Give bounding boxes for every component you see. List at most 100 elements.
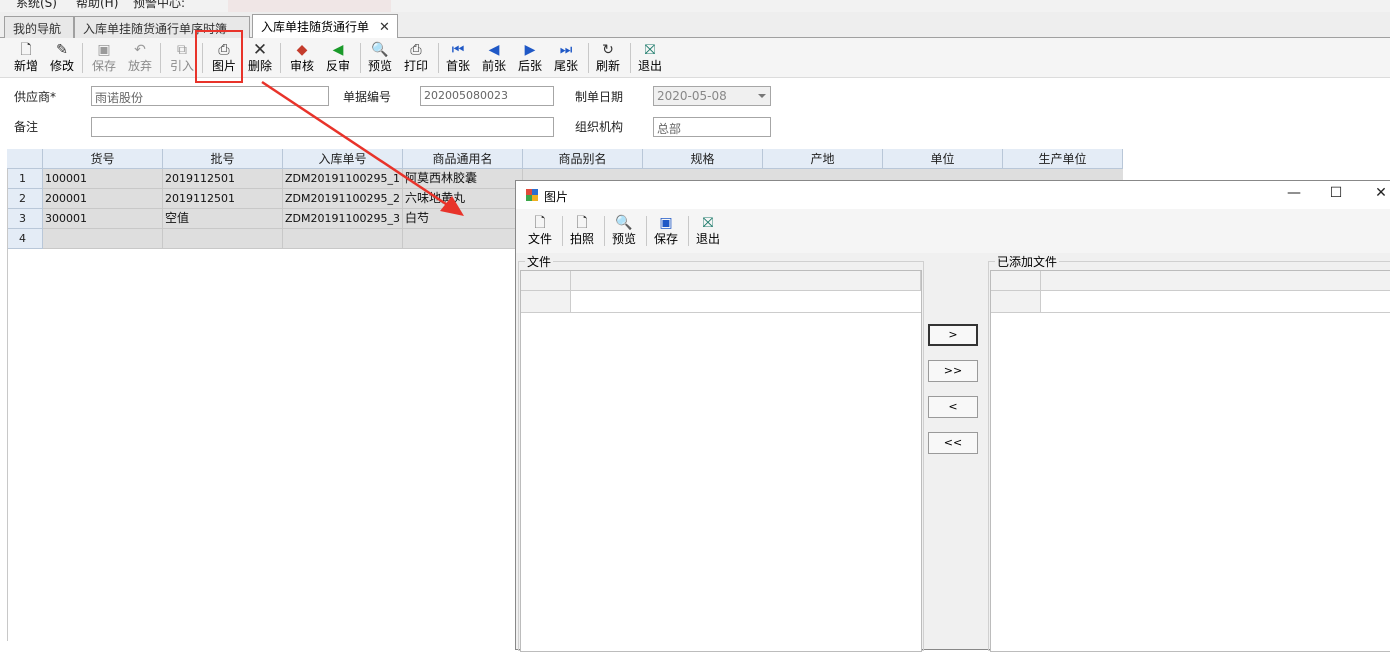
menu-help[interactable]: 帮助(H) <box>76 0 118 11</box>
alert-center-area <box>228 0 391 12</box>
tab-inbound-doc[interactable]: 入库单挂随货通行单 ✕ <box>252 14 398 39</box>
exit-button[interactable]: ⛝ 退出 <box>632 40 668 76</box>
column-header[interactable]: 产地 <box>763 149 883 169</box>
grid-cell[interactable]: ZDM20191100295_3 <box>283 209 403 229</box>
audit-stamp-icon: ◆ <box>296 42 308 58</box>
tab-my-navigation[interactable]: 我的导航 <box>4 16 74 38</box>
grid-cell[interactable] <box>571 291 921 313</box>
org-input[interactable]: 总部 <box>653 117 771 137</box>
grid-cell[interactable] <box>283 229 403 249</box>
row-number[interactable]: 4 <box>7 229 43 249</box>
prev-page-icon: ◀ <box>488 42 500 58</box>
row-header[interactable] <box>991 291 1041 313</box>
grid-cell[interactable]: 白芍 <box>403 209 523 229</box>
docno-input[interactable]: 202005080023 <box>420 86 554 106</box>
photo-button[interactable]: 🗋 拍照 <box>564 213 600 249</box>
print-button[interactable]: ⎙ 打印 <box>398 40 434 76</box>
column-header[interactable]: 商品别名 <box>523 149 643 169</box>
grid-corner[interactable] <box>7 149 43 169</box>
preview-label: 预览 <box>611 232 636 246</box>
unaudit-back-icon: ◀ <box>332 42 344 58</box>
grid-cell[interactable]: 2019112501 <box>163 189 283 209</box>
remove-all-button[interactable]: << <box>928 432 978 454</box>
delete-x-icon: ✕ <box>252 40 268 60</box>
minimize-icon[interactable]: — <box>1282 185 1306 201</box>
dialog-preview-button[interactable]: 🔍 预览 <box>606 213 642 249</box>
column-header[interactable]: 批号 <box>163 149 283 169</box>
remark-input[interactable] <box>91 117 554 137</box>
date-value: 2020-05-08 <box>657 89 727 103</box>
grid-cell[interactable]: 六味地黄丸 <box>403 189 523 209</box>
grid-cell[interactable] <box>163 229 283 249</box>
save-button[interactable]: ▣ 保存 <box>86 40 122 76</box>
new-button[interactable]: 🗋 新增 <box>8 40 44 76</box>
prev-button[interactable]: ◀ 前张 <box>476 40 512 76</box>
row-number[interactable]: 1 <box>7 169 43 189</box>
file-label: 文件 <box>527 232 552 246</box>
exit-door-icon: ⛝ <box>702 215 714 231</box>
add-one-button[interactable]: > <box>928 324 978 346</box>
column-header[interactable]: 入库单号 <box>283 149 403 169</box>
unaudit-button[interactable]: ◀ 反审 <box>320 40 356 76</box>
dialog-save-button[interactable]: ▣ 保存 <box>648 213 684 249</box>
toolbar-separator <box>588 43 589 73</box>
menu-system[interactable]: 系统(S) <box>16 0 57 11</box>
row-number[interactable]: 3 <box>7 209 43 229</box>
column-header[interactable]: 生产单位 <box>1003 149 1123 169</box>
grid-cell[interactable] <box>1041 291 1390 313</box>
discard-button[interactable]: ↶ 放弃 <box>122 40 158 76</box>
grid-cell[interactable]: 300001 <box>43 209 163 229</box>
edit-button[interactable]: ✎ 修改 <box>44 40 80 76</box>
toolbar-separator <box>646 216 647 246</box>
column-header[interactable] <box>1041 271 1390 291</box>
column-header[interactable]: 单位 <box>883 149 1003 169</box>
last-button[interactable]: ⏭ 尾张 <box>548 40 584 76</box>
refresh-icon: ↻ <box>602 42 614 58</box>
tab-label: 入库单挂随货通行单 <box>261 20 370 34</box>
grid-cell[interactable]: 200001 <box>43 189 163 209</box>
preview-button[interactable]: 🔍 预览 <box>362 40 398 76</box>
toolbar-separator <box>360 43 361 73</box>
grid-cell[interactable]: 2019112501 <box>163 169 283 189</box>
refresh-label: 刷新 <box>595 59 620 73</box>
chevron-down-icon[interactable] <box>758 94 766 98</box>
first-button[interactable]: ⏮ 首张 <box>440 40 476 76</box>
new-label: 新增 <box>13 59 38 73</box>
row-header[interactable] <box>521 291 571 313</box>
preview-label: 预览 <box>367 59 392 73</box>
grid-cell[interactable]: 空值 <box>163 209 283 229</box>
grid-cell[interactable]: ZDM20191100295_1 <box>283 169 403 189</box>
remove-one-button[interactable]: < <box>928 396 978 418</box>
menu-alert-center[interactable]: 预警中心: <box>133 0 185 11</box>
grid-cell[interactable]: 阿莫西林胶囊 <box>403 169 523 189</box>
file-button[interactable]: 🗋 文件 <box>522 213 558 249</box>
delete-button[interactable]: ✕ 删除 <box>242 40 278 76</box>
supplier-label: 供应商* <box>14 90 57 104</box>
audit-button[interactable]: ◆ 审核 <box>284 40 320 76</box>
close-icon[interactable]: ✕ <box>1369 185 1390 201</box>
dialog-exit-button[interactable]: ⛝ 退出 <box>690 213 726 249</box>
grid-cell[interactable] <box>403 229 523 249</box>
org-label: 组织机构 <box>575 120 624 134</box>
column-header[interactable]: 商品通用名 <box>403 149 523 169</box>
row-number[interactable]: 2 <box>7 189 43 209</box>
file-list-grid[interactable] <box>520 270 922 652</box>
added-files-group-label: 已添加文件 <box>995 253 1060 270</box>
column-header[interactable]: 规格 <box>643 149 763 169</box>
column-header[interactable]: 货号 <box>43 149 163 169</box>
added-files-grid[interactable] <box>990 270 1390 652</box>
tab-close-icon[interactable]: ✕ <box>379 20 390 35</box>
grid-cell[interactable] <box>43 229 163 249</box>
maximize-icon[interactable]: ☐ <box>1324 185 1348 201</box>
next-button[interactable]: ▶ 后张 <box>512 40 548 76</box>
date-picker[interactable]: 2020-05-08 <box>653 86 771 106</box>
column-header[interactable] <box>571 271 921 291</box>
refresh-button[interactable]: ↻ 刷新 <box>590 40 626 76</box>
supplier-input[interactable]: 雨诺股份 <box>91 86 329 106</box>
grid-cell[interactable]: ZDM20191100295_2 <box>283 189 403 209</box>
grid-cell[interactable]: 100001 <box>43 169 163 189</box>
next-page-icon: ▶ <box>524 42 536 58</box>
camera-icon: 🗋 <box>576 215 588 231</box>
add-all-button[interactable]: >> <box>928 360 978 382</box>
grid-corner <box>991 271 1041 291</box>
